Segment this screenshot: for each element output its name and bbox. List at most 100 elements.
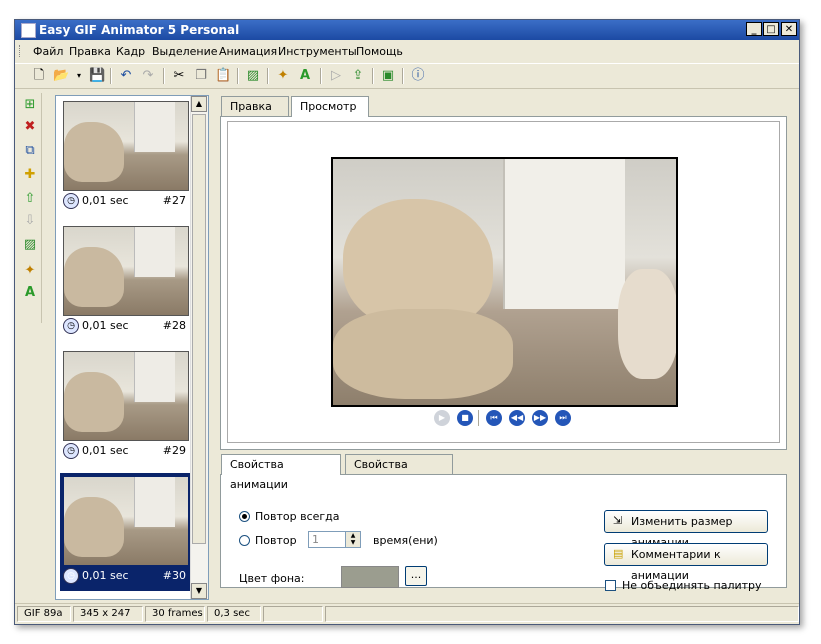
duplicate-frame-icon[interactable]: ⧉	[22, 143, 38, 159]
play-icon[interactable]: ▶	[434, 410, 450, 426]
frame-list[interactable]: ◷ 0,01 sec #27 ◷ 0,01 sec #28 ◷ 0,01 sec…	[55, 95, 209, 600]
first-frame-icon[interactable]: ⏮	[486, 410, 502, 426]
no-merge-palette-label: Не объединять палитру	[622, 579, 762, 592]
frame-number: #30	[162, 569, 186, 582]
menu-file[interactable]: Файл	[33, 45, 63, 58]
frame-item[interactable]: ◷ 0,01 sec #28	[60, 223, 190, 341]
frame-time: 0,01 sec	[82, 194, 129, 207]
frame-thumbnail	[63, 351, 189, 441]
insert-frame-icon[interactable]: ✚	[22, 167, 38, 183]
preview-area: ▶ ■ ⏮ ◀◀ ▶▶ ⏭	[227, 121, 780, 443]
menu-help[interactable]: Помощь	[356, 45, 403, 58]
magic-wand-icon[interactable]: ✦	[275, 68, 291, 84]
menu-bar: Файл Правка Кадр Выделение Анимация Инст…	[15, 41, 799, 61]
paste-icon[interactable]: 📋	[215, 68, 231, 84]
tab-edit[interactable]: Правка	[221, 96, 289, 116]
frame-toolbar: ⊞ ✖ ⧉ ✚ ⇧ ⇩ ▨ ✦ A	[19, 93, 42, 323]
status-size: 345 x 247	[73, 606, 143, 622]
menu-frame[interactable]: Кадр	[116, 45, 145, 58]
undo-icon[interactable]: ↶	[118, 68, 134, 84]
move-up-icon[interactable]: ⇧	[22, 191, 38, 207]
next-frame-icon[interactable]: ▶▶	[532, 410, 548, 426]
resize-icon: ⇲	[613, 514, 623, 527]
text-icon[interactable]: A	[22, 285, 38, 301]
scroll-up-button[interactable]: ▲	[191, 96, 207, 112]
menu-selection[interactable]: Выделение	[152, 45, 218, 58]
background-color-swatch[interactable]	[341, 566, 399, 588]
play-icon[interactable]: ▷	[328, 68, 344, 84]
frame-list-scrollbar[interactable]: ▲ ▼	[190, 96, 208, 599]
menu-tools[interactable]: Инструменты	[278, 45, 357, 58]
frame-time: 0,01 sec	[82, 319, 129, 332]
help-icon[interactable]: ⓘ	[410, 68, 426, 84]
repeat-always-radio[interactable]	[239, 511, 250, 522]
choose-color-button[interactable]: ...	[405, 566, 427, 586]
previous-frame-icon[interactable]: ◀◀	[509, 410, 525, 426]
delete-frame-icon[interactable]: ✖	[22, 119, 38, 135]
frame-number: #28	[162, 319, 186, 332]
repeat-always-label: Повтор всегда	[255, 510, 340, 523]
scroll-thumb[interactable]	[192, 114, 206, 544]
minimize-button[interactable]: _	[746, 22, 762, 36]
animation-preview	[331, 157, 678, 407]
move-down-icon[interactable]: ⇩	[22, 213, 38, 229]
stop-icon[interactable]: ■	[457, 410, 473, 426]
animation-comments-button[interactable]: ▤ Комментарии к анимации	[604, 543, 768, 582]
status-empty	[263, 606, 323, 622]
top-tabs: Правка Просмотр	[221, 96, 521, 117]
tab-frame-properties[interactable]: Свойства кадра	[345, 454, 453, 491]
copy-icon[interactable]: ❐	[193, 68, 209, 84]
title-bar: Easy GIF Animator 5 Personal _ □ ✕	[15, 20, 799, 40]
edit-image-icon[interactable]: ▨	[245, 68, 261, 84]
new-icon[interactable]: 🗋	[31, 68, 47, 84]
text-icon[interactable]: A	[297, 68, 313, 84]
maximize-button[interactable]: □	[763, 22, 779, 36]
add-frame-icon[interactable]: ⊞	[22, 97, 38, 113]
status-duration: 0,3 sec	[207, 606, 261, 622]
toolbar-separator	[320, 68, 322, 84]
tab-preview[interactable]: Просмотр	[291, 96, 369, 117]
toolbar-separator	[237, 68, 239, 84]
redo-icon[interactable]: ↷	[140, 68, 156, 84]
toolbar-separator	[163, 68, 165, 84]
status-message	[325, 606, 799, 622]
frame-item[interactable]: ◷ 0,01 sec #29	[60, 348, 190, 466]
app-window: Easy GIF Animator 5 Personal _ □ ✕ Файл …	[14, 19, 800, 625]
player-separator	[478, 410, 480, 426]
menu-animation[interactable]: Анимация	[219, 45, 277, 58]
toolbar-separator	[110, 68, 112, 84]
edit-frame-icon[interactable]: ▨	[22, 237, 38, 253]
last-frame-icon[interactable]: ⏭	[555, 410, 571, 426]
resize-animation-button[interactable]: ⇲ Изменить размер анимации	[604, 510, 768, 549]
wand-icon[interactable]: ✦	[22, 263, 38, 279]
open-icon[interactable]: 📂	[53, 68, 69, 84]
frame-thumbnail	[63, 101, 189, 191]
toolbar-separator	[372, 68, 374, 84]
status-frames: 30 frames	[145, 606, 205, 622]
cut-icon[interactable]: ✂	[171, 68, 187, 84]
clock-icon: ◷	[63, 318, 79, 334]
menu-edit[interactable]: Правка	[69, 45, 111, 58]
repeat-count-radio[interactable]	[239, 535, 250, 546]
main-toolbar: 🗋 📂 ▾ 💾 ↶ ↷ ✂ ❐ 📋 ▨ ✦ A ▷ ⇪ ▣ ⓘ	[15, 63, 799, 89]
close-button[interactable]: ✕	[781, 22, 797, 36]
menu-grip	[19, 45, 23, 57]
status-format: GIF 89a	[17, 606, 71, 622]
clock-icon: ◷	[63, 193, 79, 209]
folder-icon: ▤	[613, 547, 624, 560]
repeat-count-input[interactable]: 1	[308, 531, 346, 548]
status-bar: GIF 89a 345 x 247 30 frames 0,3 sec	[15, 603, 799, 624]
frame-item[interactable]: ◷ 0,01 sec #27	[60, 98, 190, 216]
repeat-count-stepper[interactable]: ▲ ▼	[345, 531, 361, 548]
no-merge-palette-checkbox[interactable]	[605, 580, 616, 591]
dropdown-icon[interactable]: ▾	[71, 68, 87, 84]
tab-animation-properties[interactable]: Свойства анимации	[221, 454, 341, 491]
export-icon[interactable]: ⇪	[350, 68, 366, 84]
frame-item-selected[interactable]: ◷ 0,01 sec #30	[60, 473, 190, 591]
scroll-down-button[interactable]: ▼	[191, 583, 207, 599]
save-icon[interactable]: 💾	[89, 68, 105, 84]
bottom-tabs: Свойства анимации Свойства кадра	[221, 454, 521, 491]
toolbar-separator	[402, 68, 404, 84]
resize-icon[interactable]: ▣	[380, 68, 396, 84]
background-color-label: Цвет фона:	[239, 572, 305, 585]
